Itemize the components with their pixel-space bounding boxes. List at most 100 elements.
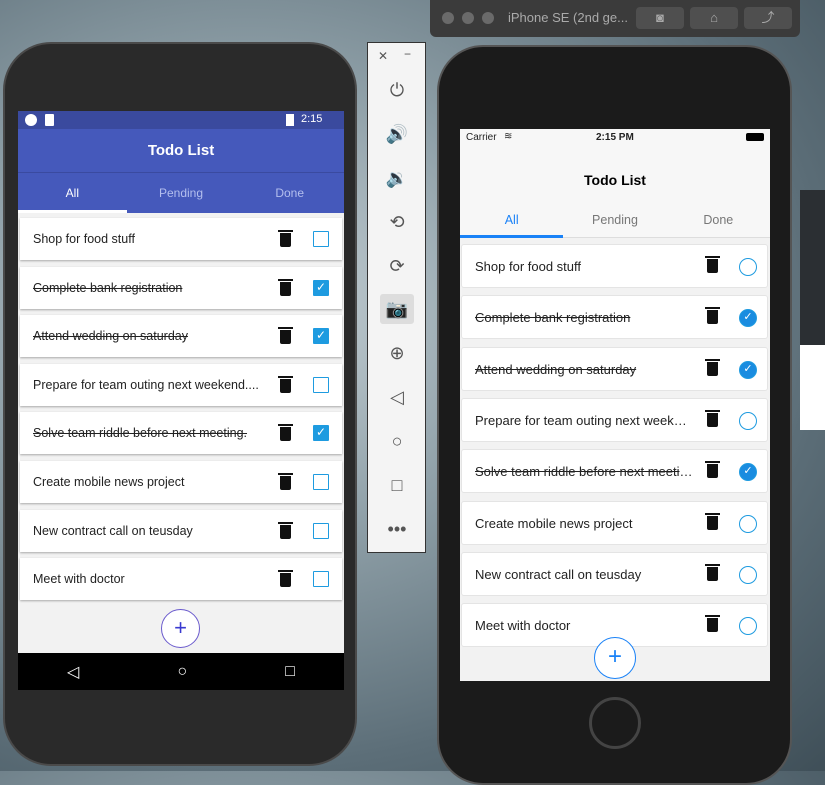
minimize-icon[interactable]: − [404,47,411,61]
checked-toggle[interactable]: ✓ [313,328,329,345]
todo-item: New contract call on teusday [461,551,768,596]
trash-icon[interactable] [705,307,720,325]
todo-item: Complete bank registration ✓ [461,295,768,340]
power-icon[interactable]: ⏻ [380,75,414,105]
todo-text: Attend wedding on saturday [33,329,188,344]
zoom-icon[interactable]: ⊕ [380,338,414,368]
todo-item: Attend wedding on saturday ✓ [461,346,768,391]
unchecked-toggle[interactable] [313,474,329,490]
trash-icon[interactable] [278,375,293,393]
battery-icon [286,114,294,126]
wifi-icon: ≋ [504,131,513,142]
add-todo-button[interactable]: + [161,609,200,648]
todo-text: Prepare for team outing next weekend.... [33,377,259,392]
todo-text: Meet with doctor [475,618,571,634]
trash-icon[interactable] [705,409,720,427]
todo-item: Solve team riddle before next meeting. ✓ [461,449,768,494]
sd-card-icon [45,114,54,126]
zoom-window-button[interactable] [482,12,494,24]
trash-icon[interactable] [705,461,720,479]
screenshot-button[interactable]: ◙ [636,7,684,29]
status-time: 2:15 PM [596,132,634,143]
home-button[interactable]: ⌂ [690,7,738,29]
trash-icon[interactable] [278,521,293,539]
android-status-bar: 2:15 [18,111,344,129]
todo-item: Meet with doctor [20,558,342,601]
camera-icon[interactable]: 📷 [380,294,414,324]
unchecked-toggle[interactable] [739,411,757,430]
close-window-button[interactable] [442,12,454,24]
checked-toggle[interactable]: ✓ [739,309,757,328]
app-notification-icon [25,114,37,126]
todo-item: Create mobile news project [461,500,768,545]
unchecked-toggle[interactable] [313,571,329,588]
trash-icon[interactable] [705,615,720,633]
checked-toggle[interactable]: ✓ [313,425,329,442]
simulator-title-bar: iPhone SE (2nd ge... ◙ ⌂ ⤴ [430,0,800,37]
todo-text: Create mobile news project [475,515,633,531]
volume-down-icon[interactable]: 🔉 [380,163,414,193]
tab-all[interactable]: All [18,173,127,213]
todo-text: Create mobile news project [33,475,185,489]
trash-icon[interactable] [278,424,293,442]
rotate-button[interactable]: ⤴ [744,7,792,29]
status-time: 2:15 [301,113,323,125]
ios-status-bar: Carrier ≋ 2:15 PM [460,129,770,146]
unchecked-toggle[interactable] [739,258,757,276]
volume-up-icon[interactable]: 🔊 [380,119,414,149]
checked-toggle[interactable]: ✓ [739,463,757,482]
trash-icon[interactable] [278,473,293,490]
unchecked-toggle[interactable] [313,231,329,247]
trash-icon[interactable] [705,358,720,376]
rotate-right-icon[interactable]: ⟳ [380,251,414,281]
background-window [800,190,825,430]
todo-text: Shop for food stuff [33,232,135,246]
checked-toggle[interactable]: ✓ [313,279,329,296]
rotate-left-icon[interactable]: ⟲ [380,207,414,237]
trash-icon[interactable] [278,327,293,345]
trash-icon[interactable] [278,230,293,247]
todo-text: Solve team riddle before next meeting. [475,464,693,480]
todo-text: Solve team riddle before next meeting. [33,426,248,441]
todo-item: New contract call on teusday [20,509,342,552]
iphone-home-button[interactable] [589,697,641,749]
tab-pending[interactable]: Pending [563,210,666,238]
minimize-window-button[interactable] [462,12,474,24]
simulator-name: iPhone SE (2nd ge... [508,10,628,25]
close-icon[interactable]: ✕ [378,49,388,63]
tab-done[interactable]: Done [667,210,770,238]
page-title: Todo List [584,172,646,188]
tab-pending[interactable]: Pending [127,173,236,213]
more-icon[interactable]: ••• [380,514,414,544]
todo-item: Prepare for team outing next weekend.... [461,397,768,442]
unchecked-toggle[interactable] [313,376,329,393]
unchecked-toggle[interactable] [739,514,757,533]
unchecked-toggle[interactable] [739,565,757,584]
unchecked-toggle[interactable] [739,617,757,636]
overview-icon[interactable]: □ [285,663,295,681]
add-todo-button[interactable]: + [594,637,636,679]
home-icon[interactable]: ○ [380,426,414,456]
todo-text: New contract call on teusday [475,566,642,582]
unchecked-toggle[interactable] [313,522,329,539]
trash-icon[interactable] [705,563,720,581]
tab-bar: All Pending Done [18,173,344,213]
ios-header: Todo List All Pending Done [460,146,770,238]
trash-icon[interactable] [278,278,293,296]
tab-all[interactable]: All [460,210,564,238]
todo-text: Complete bank registration [475,310,631,326]
todo-item: Prepare for team outing next weekend.... [20,363,342,406]
back-icon[interactable]: ◁ [380,382,414,412]
tab-bar: All Pending Done [460,210,770,238]
trash-icon[interactable] [705,256,720,273]
todo-text: New contract call on teusday [33,523,193,538]
carrier-label: Carrier [466,132,497,143]
trash-icon[interactable] [278,570,293,588]
home-icon[interactable]: ○ [177,663,187,681]
tab-done[interactable]: Done [235,173,344,213]
trash-icon[interactable] [705,512,720,530]
back-icon[interactable]: ◁ [67,662,79,682]
checked-toggle[interactable]: ✓ [739,360,757,379]
overview-icon[interactable]: □ [380,470,414,500]
page-title: Todo List [18,129,344,173]
